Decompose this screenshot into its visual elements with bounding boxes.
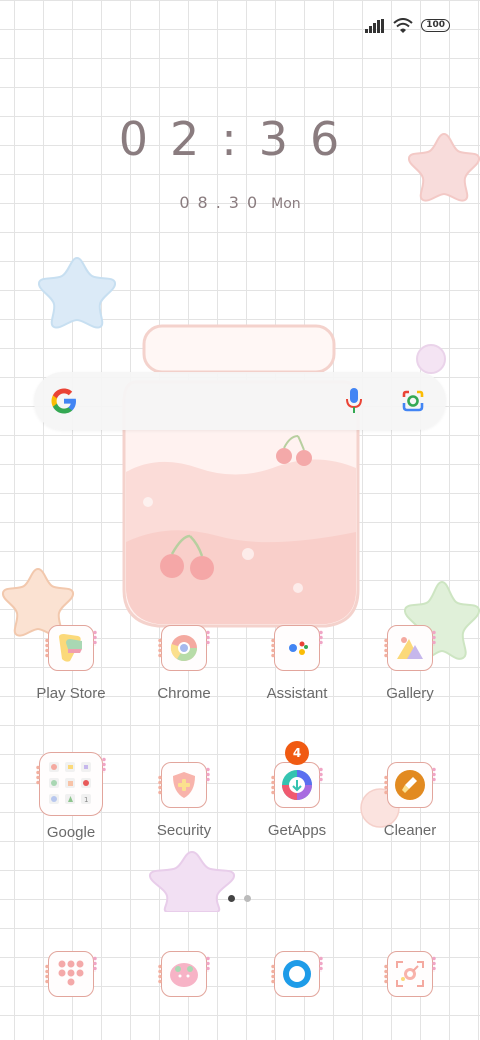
clock-date[interactable]: 08.30 Mon [0, 193, 480, 212]
mic-icon[interactable] [344, 387, 364, 415]
app-getapps[interactable]: 4 GetApps [247, 741, 347, 839]
wifi-icon [393, 18, 413, 33]
app-cleaner[interactable]: Cleaner [360, 762, 460, 839]
google-search-bar[interactable] [34, 372, 446, 430]
battery-indicator: 100 [421, 19, 450, 32]
getapps-icon: 4 [271, 741, 323, 808]
chrome-icon [158, 625, 210, 671]
browser-icon [271, 951, 323, 997]
google-folder-icon: 1 [36, 752, 106, 816]
dock-phone[interactable] [21, 951, 121, 997]
dock-camera[interactable] [360, 951, 460, 997]
weekday-text: Mon [271, 196, 301, 212]
app-label: Assistant [266, 685, 328, 702]
play-store-icon [45, 625, 97, 671]
lavender-star-decoration [149, 850, 235, 912]
google-lens-icon[interactable] [400, 389, 426, 413]
app-label: Google [46, 824, 96, 841]
app-label: Play Store [36, 685, 106, 702]
page-dot-active [228, 895, 235, 902]
assistant-icon [271, 625, 323, 671]
status-bar: 100 [365, 18, 450, 33]
svg-text:1: 1 [84, 796, 88, 804]
security-icon [158, 762, 210, 808]
app-assistant[interactable]: Assistant [247, 625, 347, 702]
clock-time[interactable]: 02:36 [0, 112, 480, 166]
blue-star-decoration [38, 256, 116, 329]
dock-messages[interactable] [134, 951, 234, 997]
app-label: Cleaner [383, 822, 437, 839]
messages-icon [158, 951, 210, 997]
app-label: GetApps [267, 822, 327, 839]
app-chrome[interactable]: Chrome [134, 625, 234, 702]
camera-icon [384, 951, 436, 997]
bubble-decoration [416, 344, 446, 374]
gallery-icon [384, 625, 436, 671]
app-security[interactable]: Security [134, 762, 234, 839]
date-text: 08.30 [179, 193, 266, 212]
signal-icon [365, 18, 385, 33]
cherry-jar-decoration [122, 324, 360, 628]
google-g-icon [51, 388, 76, 414]
page-dot [244, 895, 251, 902]
app-label: Gallery [386, 685, 434, 702]
app-label: Chrome [157, 685, 211, 702]
notification-badge: 4 [285, 741, 309, 765]
app-label: Security [156, 822, 212, 839]
cleaner-icon [384, 762, 436, 808]
app-google-folder[interactable]: 1 Google [21, 752, 121, 841]
app-gallery[interactable]: Gallery [360, 625, 460, 702]
dock-browser[interactable] [247, 951, 347, 997]
app-play-store[interactable]: Play Store [21, 625, 121, 702]
page-indicator[interactable] [228, 895, 251, 902]
phone-dialer-icon [45, 951, 97, 997]
